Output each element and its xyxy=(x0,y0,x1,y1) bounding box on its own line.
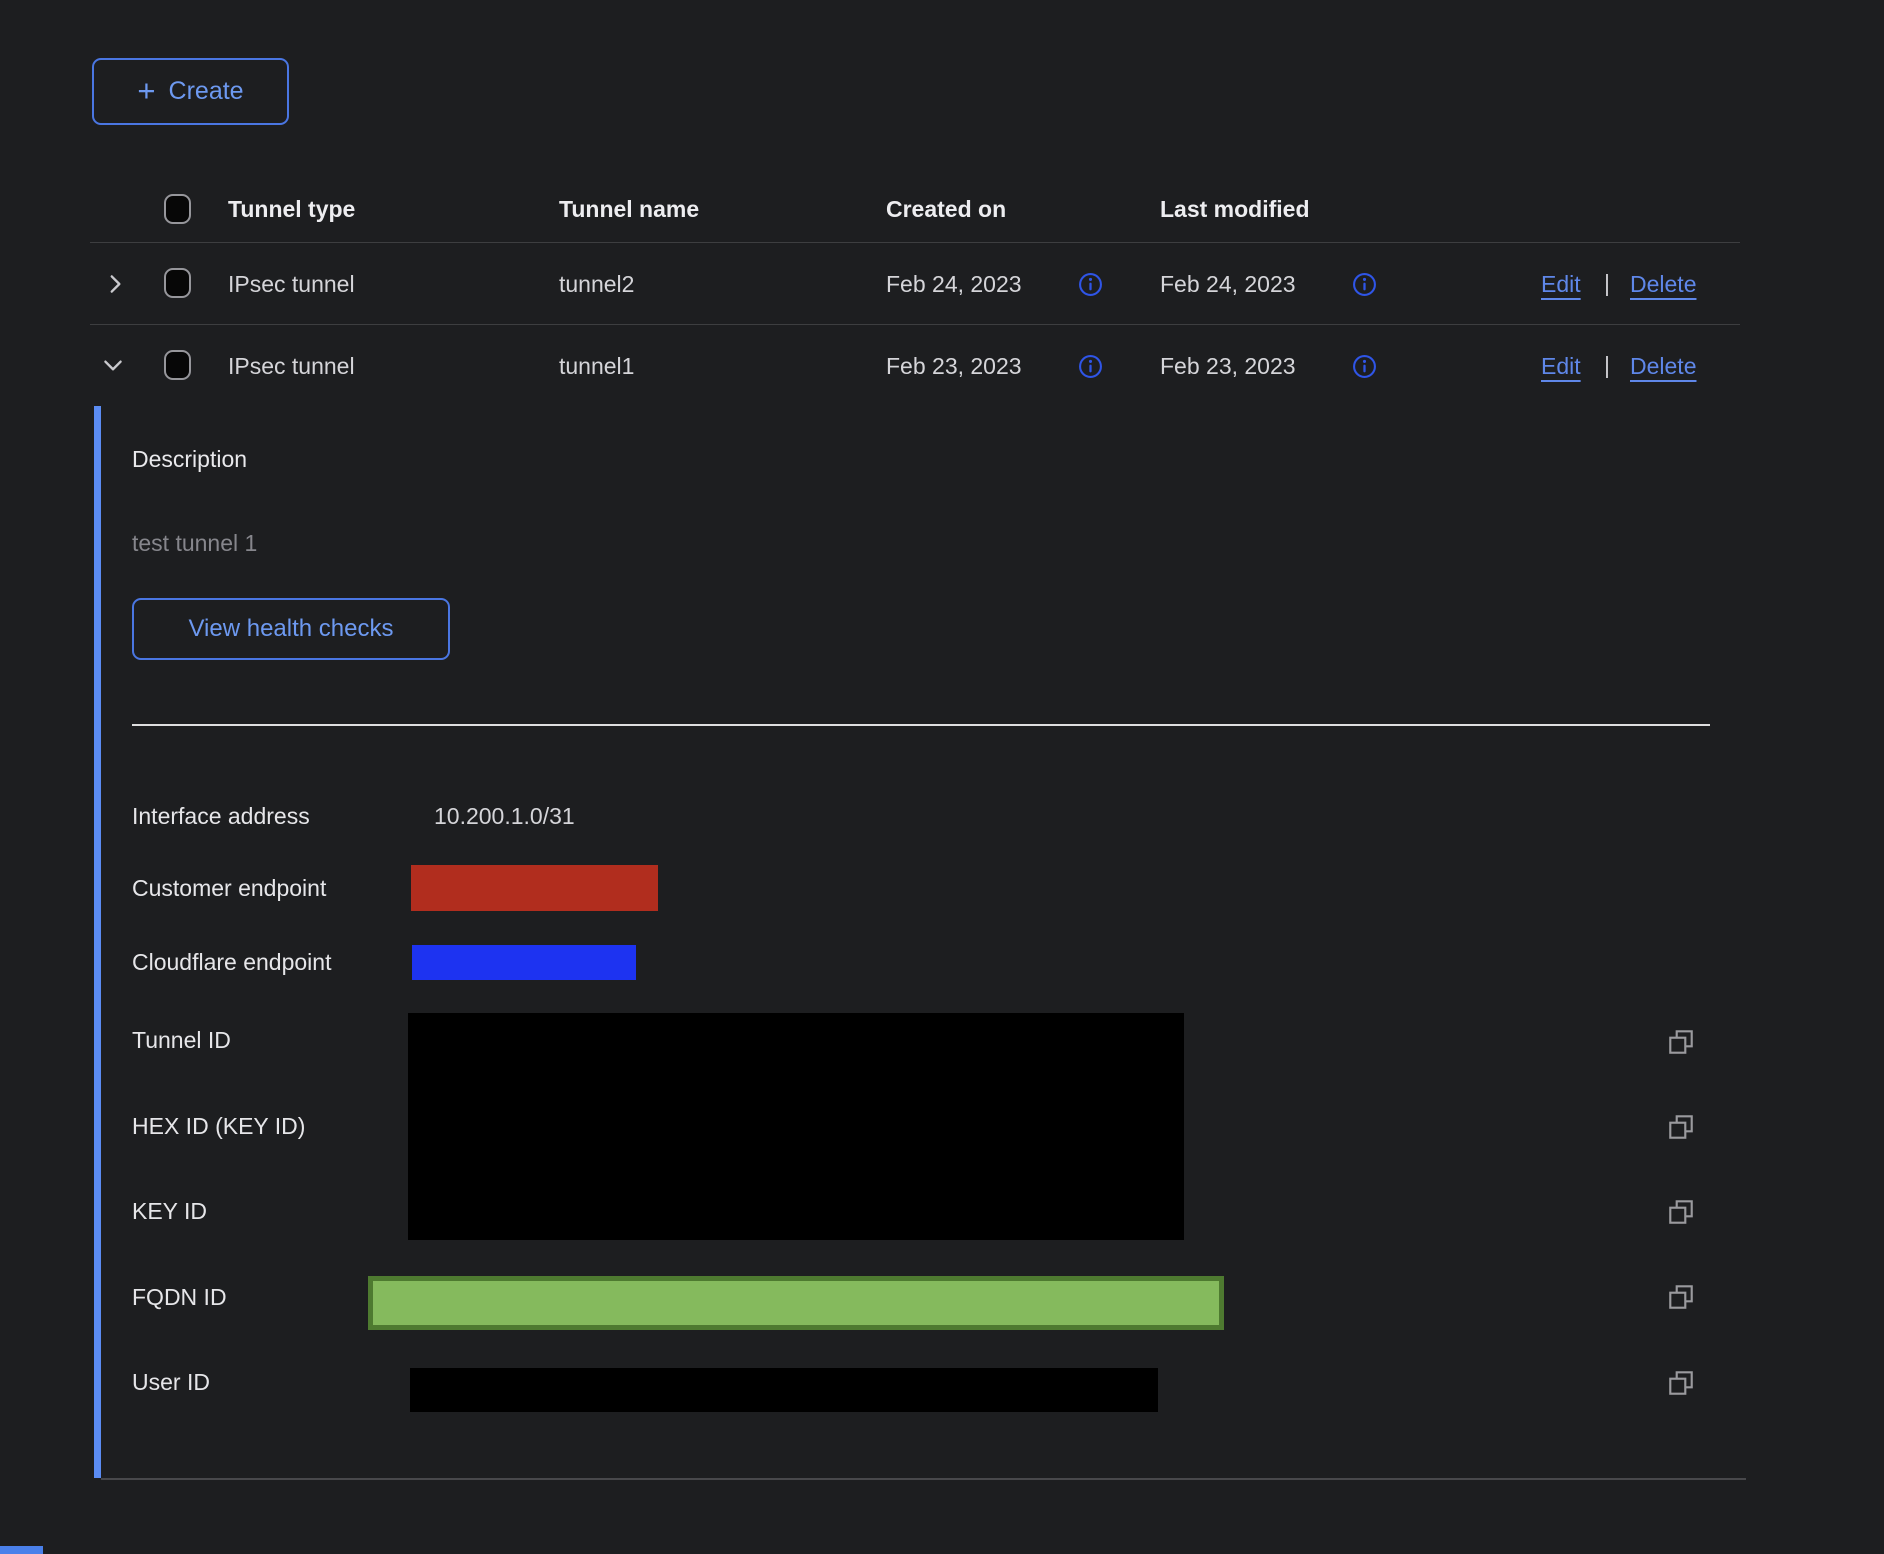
action-separator: | xyxy=(1604,352,1610,379)
chevron-down-icon[interactable] xyxy=(100,353,126,384)
expanded-row-indicator-bar xyxy=(94,406,101,1478)
header-divider xyxy=(90,242,1740,243)
row-divider xyxy=(90,324,1740,325)
select-all-checkbox[interactable] xyxy=(164,194,191,224)
key-id-label: KEY ID xyxy=(132,1198,207,1225)
copy-icon[interactable] xyxy=(1666,1368,1696,1403)
column-header-tunnel-type: Tunnel type xyxy=(228,196,355,223)
plus-icon: + xyxy=(137,75,155,106)
view-health-checks-button[interactable]: View health checks xyxy=(132,598,450,660)
delete-link[interactable]: Delete xyxy=(1630,353,1696,380)
action-separator: | xyxy=(1604,270,1610,297)
ids-redacted-value xyxy=(408,1013,1184,1240)
description-value: test tunnel 1 xyxy=(132,530,257,557)
last-modified-cell: Feb 23, 2023 xyxy=(1160,353,1296,380)
tunnel-name-cell: tunnel1 xyxy=(559,353,634,380)
info-icon[interactable] xyxy=(1078,272,1103,302)
last-modified-cell: Feb 24, 2023 xyxy=(1160,271,1296,298)
fqdn-id-redacted-value xyxy=(368,1276,1224,1330)
tunnel-name-cell: tunnel2 xyxy=(559,271,634,298)
edit-link[interactable]: Edit xyxy=(1541,353,1581,380)
tunnel-type-cell: IPsec tunnel xyxy=(228,353,355,380)
customer-endpoint-label: Customer endpoint xyxy=(132,875,326,902)
interface-address-label: Interface address xyxy=(132,803,310,830)
fqdn-id-label: FQDN ID xyxy=(132,1284,227,1311)
create-button[interactable]: + Create xyxy=(92,58,289,125)
user-id-redacted-value xyxy=(410,1368,1158,1412)
copy-icon[interactable] xyxy=(1666,1197,1696,1232)
delete-link[interactable]: Delete xyxy=(1630,271,1696,298)
column-header-created-on: Created on xyxy=(886,196,1006,223)
tunnel-type-cell: IPsec tunnel xyxy=(228,271,355,298)
row-checkbox[interactable] xyxy=(164,268,191,298)
column-header-last-modified: Last modified xyxy=(1160,196,1310,223)
create-button-label: Create xyxy=(169,77,244,106)
user-id-label: User ID xyxy=(132,1369,210,1396)
tunnel-id-label: Tunnel ID xyxy=(132,1027,231,1054)
chevron-right-icon[interactable] xyxy=(102,271,128,302)
copy-icon[interactable] xyxy=(1666,1282,1696,1317)
edit-link[interactable]: Edit xyxy=(1541,271,1581,298)
info-icon[interactable] xyxy=(1078,354,1103,384)
table-bottom-divider xyxy=(101,1478,1746,1480)
cloudflare-endpoint-redacted-value xyxy=(412,945,636,980)
copy-icon[interactable] xyxy=(1666,1027,1696,1062)
interface-address-value: 10.200.1.0/31 xyxy=(434,803,575,830)
created-on-cell: Feb 24, 2023 xyxy=(886,271,1022,298)
description-label: Description xyxy=(132,446,247,473)
cloudflare-endpoint-label: Cloudflare endpoint xyxy=(132,949,331,976)
customer-endpoint-redacted-value xyxy=(411,865,658,911)
copy-icon[interactable] xyxy=(1666,1112,1696,1147)
row-checkbox[interactable] xyxy=(164,350,191,380)
column-header-tunnel-name: Tunnel name xyxy=(559,196,699,223)
created-on-cell: Feb 23, 2023 xyxy=(886,353,1022,380)
info-icon[interactable] xyxy=(1352,354,1377,384)
bottom-left-accent-strip xyxy=(0,1546,43,1554)
info-icon[interactable] xyxy=(1352,272,1377,302)
hex-id-label: HEX ID (KEY ID) xyxy=(132,1113,305,1140)
panel-divider xyxy=(132,724,1710,726)
